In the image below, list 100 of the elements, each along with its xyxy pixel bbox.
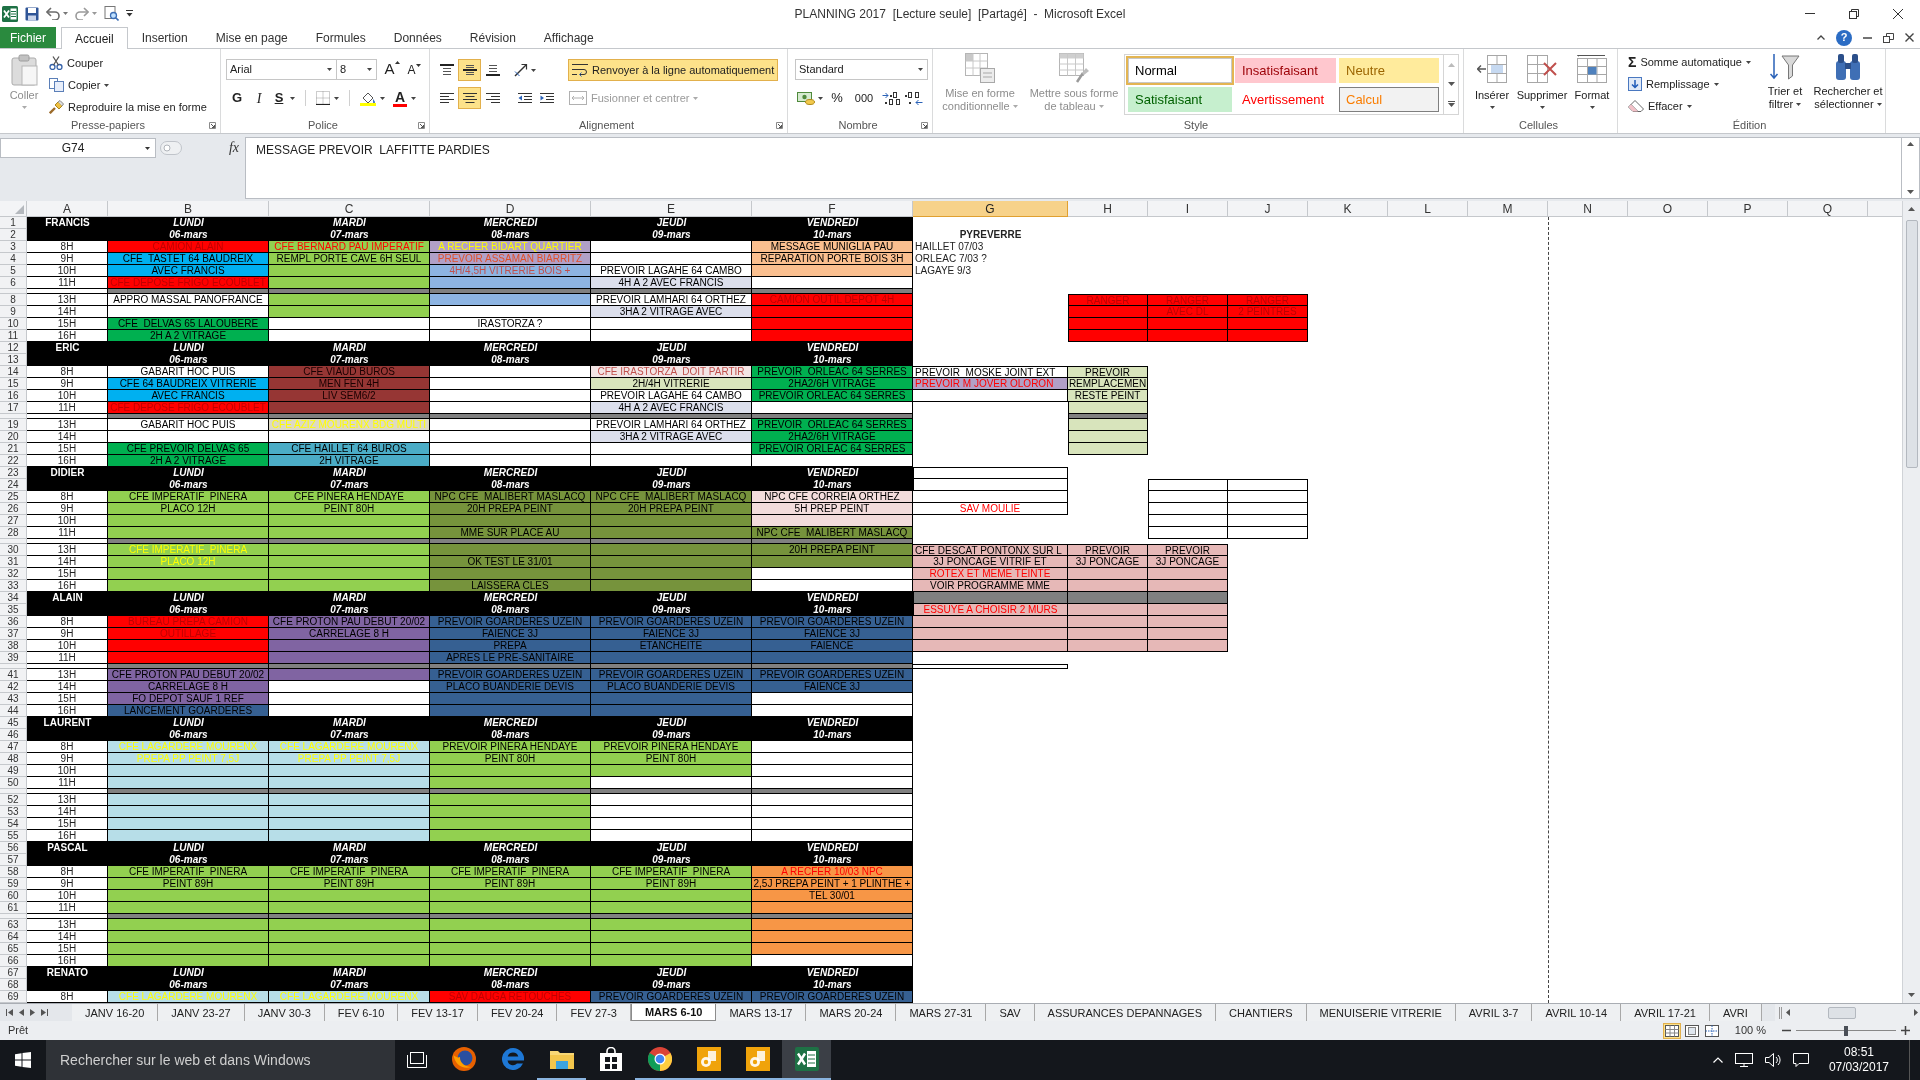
formula-input[interactable]: MESSAGE PREVOIR LAFFITTE PARDIES (245, 137, 1902, 199)
grow-font-button[interactable]: A (381, 59, 403, 80)
scroll-right-icon[interactable] (1914, 1009, 1918, 1016)
next-sheet-icon[interactable] (30, 1009, 35, 1016)
column-header[interactable]: J (1228, 201, 1308, 217)
row-header[interactable]: 67 (0, 967, 27, 979)
formula-bar-grip-icon[interactable] (160, 141, 182, 155)
last-sheet-icon[interactable] (41, 1009, 48, 1016)
column-header[interactable]: F (752, 201, 913, 217)
row-header[interactable]: 22 (0, 455, 27, 467)
plus-icon[interactable] (1901, 1026, 1910, 1035)
collapse-ribbon-icon[interactable] (1817, 35, 1825, 40)
split-handle-icon[interactable] (1779, 1006, 1782, 1019)
fill-color-icon[interactable] (360, 90, 376, 106)
notification-icon[interactable] (1792, 1053, 1809, 1067)
column-header[interactable]: A (27, 201, 108, 217)
document-icon[interactable] (696, 1047, 721, 1071)
column-header[interactable]: I (1148, 201, 1228, 217)
row-header[interactable]: 41 (0, 669, 27, 681)
network-icon[interactable] (1734, 1053, 1753, 1067)
vertical-scrollbar[interactable] (1902, 201, 1920, 1003)
close-icon[interactable] (1905, 33, 1914, 42)
cut-button[interactable]: Couper (47, 52, 209, 74)
sheet-tab[interactable]: AVRI (1709, 1004, 1762, 1021)
sheet-tab[interactable]: JANV 30-3 (244, 1004, 325, 1021)
close-icon[interactable] (1893, 8, 1903, 19)
accounting-icon[interactable] (797, 91, 815, 105)
vertical-align-button[interactable] (458, 59, 481, 81)
row-header[interactable]: 35 (0, 604, 27, 616)
dialog-launcher-icon[interactable] (776, 121, 783, 129)
row-header[interactable]: 12 (0, 342, 27, 354)
ribbon-tab[interactable]: Affichage (529, 27, 608, 48)
caret-icon[interactable] (1713, 82, 1719, 86)
ribbon-tab[interactable]: Révision (455, 27, 530, 48)
row-header[interactable]: 26 (0, 503, 27, 515)
caret-icon[interactable] (1539, 106, 1545, 109)
cell-style[interactable]: Neutre (1339, 58, 1439, 83)
caret-icon[interactable] (145, 146, 150, 150)
row-header[interactable]: 37 (0, 628, 27, 640)
column-header[interactable]: Q (1788, 201, 1868, 217)
name-box[interactable]: G74 (0, 138, 156, 158)
font-color-button[interactable]: A (393, 87, 408, 109)
sheet-tab[interactable]: FEV 27-3 (557, 1004, 631, 1021)
first-sheet-icon[interactable] (6, 1009, 13, 1016)
row-header[interactable]: 1 (0, 217, 27, 229)
dialog-launcher-icon[interactable] (921, 121, 928, 129)
column-header[interactable]: M (1468, 201, 1548, 217)
ribbon-tab[interactable]: Accueil (61, 27, 128, 49)
cells-button[interactable]: Format (1567, 49, 1617, 109)
shopping-bag-icon[interactable] (599, 1047, 622, 1071)
row-header[interactable]: 34 (0, 592, 27, 604)
more-icon[interactable] (1447, 100, 1455, 107)
row-header[interactable]: 10 (0, 318, 27, 330)
sheet-tab[interactable]: MENUISERIE VITRERIE (1306, 1004, 1456, 1021)
borders-icon[interactable] (316, 91, 330, 105)
windows-logo-icon[interactable] (15, 1052, 31, 1068)
sheet-tab[interactable]: JANV 16-20 (72, 1004, 159, 1021)
row-header[interactable]: 48 (0, 753, 27, 765)
row-header[interactable]: 54 (0, 818, 27, 830)
cell-style[interactable]: Normal (1128, 58, 1232, 83)
row-header[interactable]: 60 (0, 890, 27, 902)
row-header[interactable]: 45 (0, 717, 27, 729)
caret-icon[interactable] (367, 68, 372, 71)
caret-up-icon[interactable] (1712, 1057, 1723, 1063)
fill-button[interactable]: Remplissage (1626, 73, 1759, 95)
caret-icon[interactable] (327, 68, 332, 71)
row-header[interactable]: 44 (0, 705, 27, 717)
sort-filter-button[interactable]: Trier et filtrer (1759, 49, 1811, 111)
column-header[interactable]: L (1388, 201, 1468, 217)
zoom-level[interactable]: 100 % (1734, 1022, 1766, 1039)
document-icon[interactable] (745, 1047, 770, 1071)
cell-style[interactable]: Satisfaisant (1128, 87, 1232, 112)
arrow-down-icon[interactable] (1907, 190, 1914, 194)
row-header[interactable]: 6 (0, 277, 27, 289)
thousands-button[interactable]: 000 (851, 87, 877, 109)
sheet-tab[interactable]: ASSURANCES DEPANNAGES (1034, 1004, 1217, 1021)
row-header[interactable]: 25 (0, 491, 27, 503)
spreadsheet-logo-icon[interactable] (794, 1047, 819, 1071)
sheet-tab[interactable]: FEV 20-24 (477, 1004, 558, 1021)
circle-logo-icon[interactable] (647, 1047, 672, 1071)
task-view-icon[interactable] (407, 1052, 427, 1068)
row-header[interactable]: 9 (0, 306, 27, 318)
row-header[interactable]: 19 (0, 419, 27, 431)
clear-button[interactable]: Effacer (1626, 95, 1759, 117)
ribbon-tab[interactable]: Formules (301, 27, 380, 48)
row-header[interactable]: 47 (0, 741, 27, 753)
row-header[interactable]: 64 (0, 931, 27, 943)
sheet-tab[interactable]: FEV 13-17 (398, 1004, 478, 1021)
row-header[interactable]: 36 (0, 616, 27, 628)
row-header[interactable]: 69 (0, 991, 27, 1003)
caret-icon[interactable] (334, 96, 339, 100)
row-header[interactable]: 42 (0, 681, 27, 693)
caret-icon[interactable] (104, 83, 110, 87)
row-header[interactable]: 43 (0, 693, 27, 705)
font-size-field[interactable]: 8 (337, 59, 377, 80)
caret-icon[interactable] (818, 96, 823, 100)
insert-function-button[interactable]: fx (228, 141, 239, 155)
column-header[interactable]: P (1708, 201, 1788, 217)
row-header[interactable]: 24 (0, 479, 27, 491)
row-header[interactable]: 63 (0, 919, 27, 931)
